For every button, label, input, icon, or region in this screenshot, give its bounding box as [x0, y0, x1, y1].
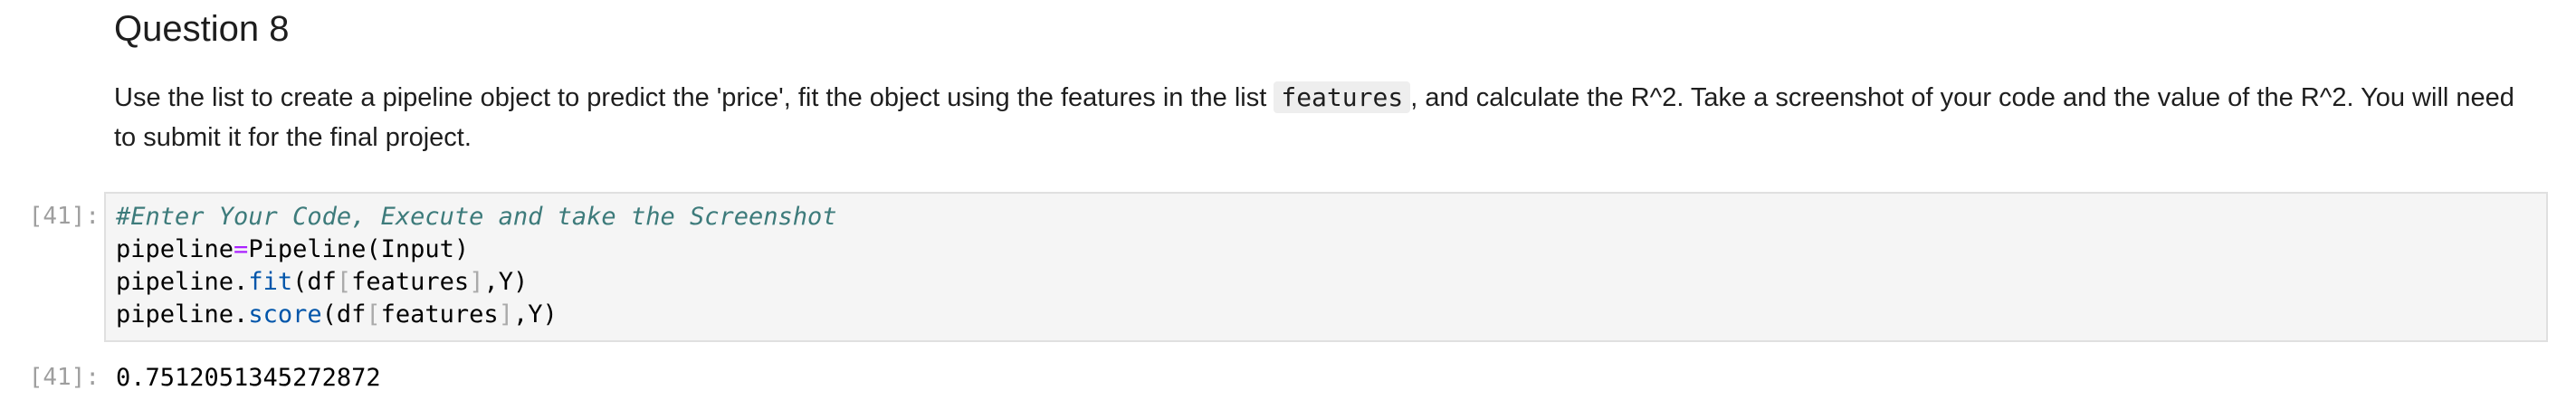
code-fit-arg-inner: features	[351, 268, 470, 296]
code-score-obj: pipeline	[116, 300, 234, 329]
code-var-pipeline: pipeline	[116, 235, 234, 263]
code-comment: #Enter Your Code, Execute and take the S…	[116, 203, 837, 231]
code-fit-dot: .	[234, 268, 249, 296]
question-text: Use the list to create a pipeline object…	[114, 78, 2540, 157]
output-prompt: [41]:	[28, 364, 100, 391]
code-assign-op: =	[234, 235, 249, 263]
input-prompt: [41]:	[28, 203, 100, 230]
code-pipeline-constructor: Pipeline(Input)	[248, 235, 470, 263]
code-score-arg-inner: features	[380, 300, 499, 329]
code-fit-obj: pipeline	[116, 268, 234, 296]
question-text-part1: Use the list to create a pipeline object…	[114, 83, 1274, 112]
code-score-bracket-open: [	[366, 300, 381, 329]
code-score-arg-open: (df	[321, 300, 367, 329]
question-heading: Question 8	[114, 9, 290, 49]
code-score-arg-close: ,Y)	[512, 300, 558, 329]
code-cell-editor[interactable]: #Enter Your Code, Execute and take the S…	[104, 192, 2548, 342]
code-fit-method: fit	[248, 268, 293, 296]
code-score-method: score	[248, 300, 322, 329]
code-score-dot: .	[234, 300, 249, 329]
code-score-bracket-close: ]	[498, 300, 513, 329]
code-fit-bracket-close: ]	[469, 268, 484, 296]
code-fit-arg-open: (df	[292, 268, 337, 296]
code-fit-arg-close: ,Y)	[483, 268, 529, 296]
code-content: #Enter Your Code, Execute and take the S…	[116, 201, 837, 331]
output-value: 0.7512051345272872	[116, 364, 381, 392]
inline-code-features: features	[1274, 81, 1411, 113]
code-fit-bracket-open: [	[336, 268, 352, 296]
notebook-page: Question 8 Use the list to create a pipe…	[0, 0, 2576, 400]
